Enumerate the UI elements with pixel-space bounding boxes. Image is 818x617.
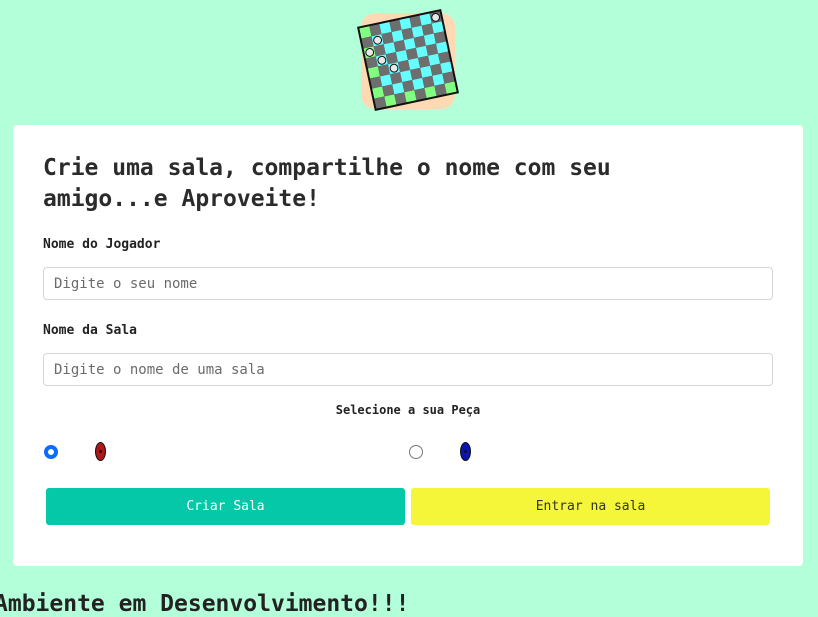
form-title: Crie uma sala, compartilhe o nome com se… bbox=[43, 155, 611, 212]
player-name-label: Nome do Jogador bbox=[43, 237, 161, 252]
piece-select-label: Selecione a sua Peça bbox=[335, 403, 481, 417]
room-name-input[interactable] bbox=[43, 353, 773, 386]
create-room-button[interactable]: Criar Sala bbox=[46, 488, 405, 525]
room-name-label: Nome da Sala bbox=[43, 323, 137, 338]
checkerboard-logo-icon bbox=[356, 8, 460, 112]
create-room-card: Crie uma sala, compartilhe o nome com se… bbox=[13, 125, 803, 566]
red-piece-radio[interactable] bbox=[44, 445, 58, 459]
blue-piece-radio[interactable] bbox=[409, 445, 423, 459]
enter-room-button[interactable]: Entrar na sala bbox=[411, 488, 770, 525]
development-notice: Ambiente em Desenvolvimento!!! bbox=[0, 591, 410, 617]
blue-piece-icon bbox=[460, 442, 471, 461]
red-piece-icon bbox=[95, 442, 106, 461]
player-name-input[interactable] bbox=[43, 267, 773, 300]
